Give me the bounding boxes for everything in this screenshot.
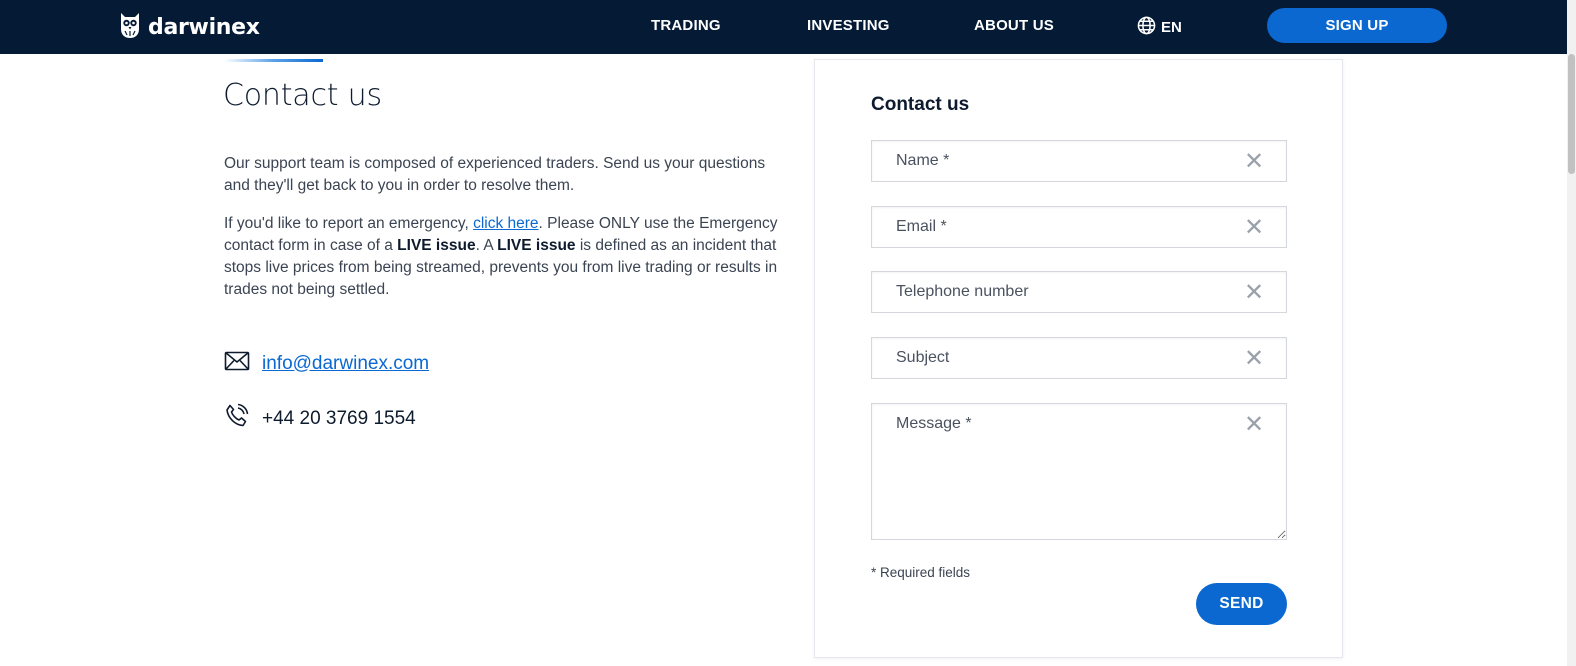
form-title: Contact us bbox=[871, 94, 970, 115]
title-accent-line bbox=[224, 59, 323, 62]
emergency-description: If you'd like to report an emergency, cl… bbox=[224, 215, 778, 298]
emergency-link[interactable]: click here bbox=[473, 215, 538, 232]
sign-up-button[interactable]: SIGN UP bbox=[1267, 8, 1447, 43]
name-field-wrapper: ✕ bbox=[871, 140, 1287, 182]
clear-message-icon[interactable]: ✕ bbox=[1244, 413, 1264, 437]
phone-number: +44 20 3769 1554 bbox=[262, 407, 416, 429]
subject-input[interactable] bbox=[872, 338, 1286, 378]
nav-trading[interactable]: TRADING bbox=[651, 17, 721, 34]
logo[interactable]: darwinex bbox=[118, 11, 260, 43]
required-fields-note: * Required fields bbox=[871, 565, 971, 580]
clear-email-icon[interactable]: ✕ bbox=[1244, 216, 1264, 240]
message-field-wrapper: ✕ bbox=[871, 403, 1287, 540]
contact-form-card: Contact us ✕ ✕ ✕ ✕ ✕ * Required fields S… bbox=[814, 59, 1343, 658]
message-textarea[interactable] bbox=[872, 404, 1286, 539]
scrollbar-thumb[interactable] bbox=[1568, 54, 1575, 174]
owl-logo-icon bbox=[118, 11, 142, 44]
logo-text: darwinex bbox=[148, 14, 260, 40]
clear-telephone-icon[interactable]: ✕ bbox=[1244, 281, 1264, 305]
live-issue-bold: LIVE issue bbox=[497, 237, 576, 254]
email-link[interactable]: info@darwinex.com bbox=[262, 353, 429, 375]
live-issue-bold: LIVE issue bbox=[397, 237, 476, 254]
language-label: EN bbox=[1161, 19, 1182, 36]
phone-row: +44 20 3769 1554 bbox=[224, 403, 416, 434]
send-button[interactable]: SEND bbox=[1196, 583, 1287, 625]
email-field-wrapper: ✕ bbox=[871, 206, 1287, 248]
clear-subject-icon[interactable]: ✕ bbox=[1244, 347, 1264, 371]
support-description: Our support team is composed of experien… bbox=[224, 155, 766, 194]
page-scrollbar[interactable] bbox=[1567, 0, 1576, 666]
language-selector[interactable]: EN bbox=[1137, 16, 1182, 39]
email-row: info@darwinex.com bbox=[224, 351, 429, 376]
name-input[interactable] bbox=[872, 141, 1286, 181]
nav-investing[interactable]: INVESTING bbox=[807, 17, 890, 34]
nav-about-us[interactable]: ABOUT US bbox=[974, 17, 1054, 34]
email-input[interactable] bbox=[872, 207, 1286, 247]
telephone-input[interactable] bbox=[872, 272, 1286, 312]
telephone-field-wrapper: ✕ bbox=[871, 271, 1287, 313]
clear-name-icon[interactable]: ✕ bbox=[1244, 150, 1264, 174]
subject-field-wrapper: ✕ bbox=[871, 337, 1287, 379]
phone-icon bbox=[224, 403, 250, 434]
envelope-icon bbox=[224, 351, 250, 376]
page-title: Contact us bbox=[223, 78, 382, 113]
top-header: darwinex TRADING INVESTING ABOUT US EN S… bbox=[0, 0, 1567, 54]
globe-icon bbox=[1137, 16, 1156, 39]
